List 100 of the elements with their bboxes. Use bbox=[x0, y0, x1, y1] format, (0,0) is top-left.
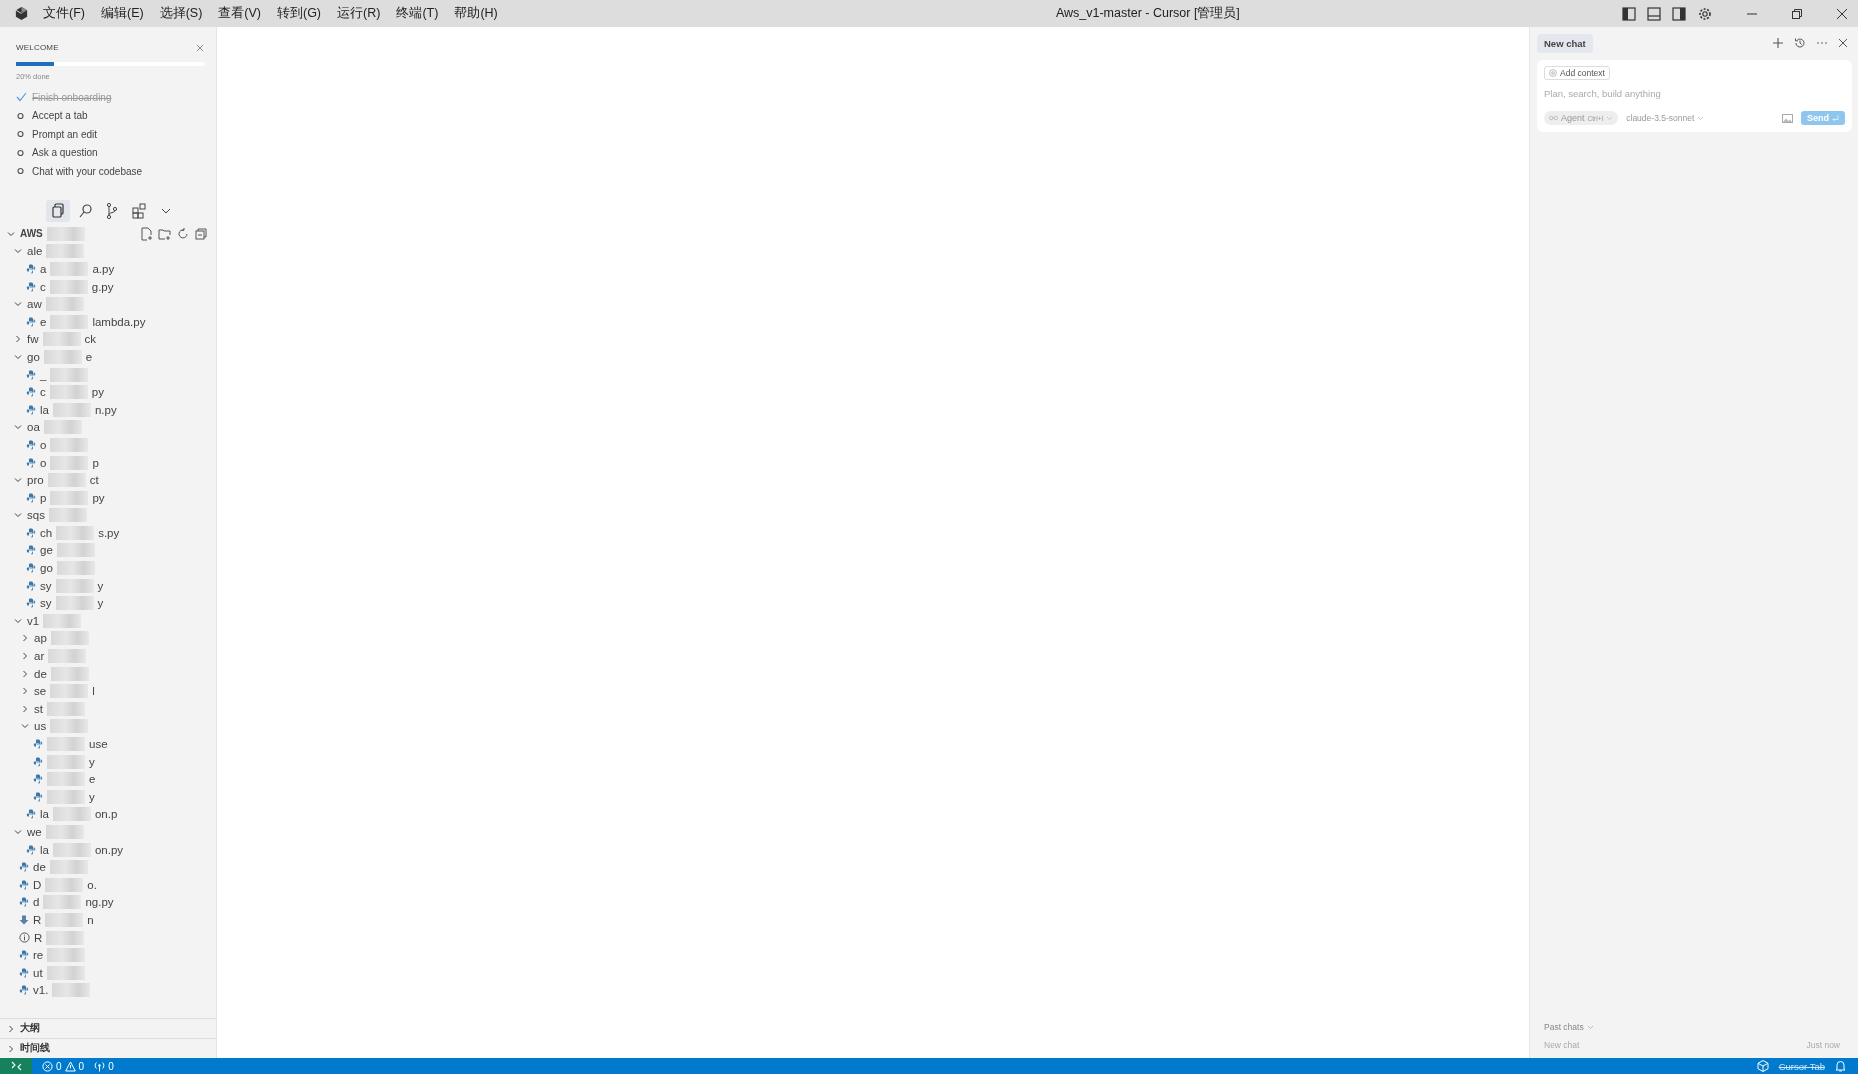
menu-item[interactable]: 终端(T) bbox=[396, 5, 439, 22]
redaction-blur bbox=[50, 455, 89, 470]
redaction-blur bbox=[48, 649, 87, 664]
tree-item[interactable]: de bbox=[0, 858, 216, 876]
redaction-blur bbox=[45, 877, 84, 892]
file-name: oa bbox=[27, 421, 40, 434]
tree-item[interactable]: go e bbox=[0, 348, 216, 366]
history-icon[interactable] bbox=[1794, 37, 1806, 49]
redaction-blur bbox=[47, 789, 85, 804]
tree-item[interactable]: d ng.py bbox=[0, 893, 216, 912]
add-context-button[interactable]: Add context bbox=[1544, 66, 1610, 80]
problems-button[interactable]: 0 0 bbox=[42, 1060, 85, 1072]
onboarding-step[interactable]: Prompt an edit bbox=[32, 128, 98, 140]
file-name: c bbox=[40, 280, 46, 293]
file-name: py bbox=[91, 386, 104, 399]
redaction-blur bbox=[42, 332, 81, 347]
tree-item[interactable]: se l bbox=[0, 682, 216, 701]
python-file-icon bbox=[26, 387, 36, 398]
tree-item[interactable]: la n.py bbox=[0, 400, 216, 419]
toggle-secondary-sidebar-icon[interactable] bbox=[1672, 6, 1686, 21]
onboarding-step[interactable]: Ask a question bbox=[32, 147, 98, 159]
toggle-panel-icon[interactable] bbox=[1647, 6, 1661, 21]
settings-icon[interactable] bbox=[1697, 5, 1713, 22]
close-icon[interactable] bbox=[1838, 38, 1848, 48]
tree-item[interactable]: c g.py bbox=[0, 277, 216, 296]
new-folder-icon[interactable] bbox=[158, 226, 172, 241]
tree-item[interactable]: c py bbox=[0, 383, 216, 401]
onboarding-step[interactable]: Accept a tab bbox=[32, 110, 88, 122]
info-icon bbox=[19, 932, 30, 944]
warning-icon bbox=[64, 1060, 76, 1072]
menu-item[interactable]: 文件(F) bbox=[43, 5, 85, 22]
tree-item[interactable]: sy y bbox=[0, 576, 216, 595]
tree-item[interactable]: v1 bbox=[0, 612, 216, 630]
section-header[interactable]: 大纲 bbox=[0, 1018, 216, 1038]
menu-item[interactable]: 编辑(E) bbox=[100, 5, 144, 22]
menu-item[interactable]: 运行(R) bbox=[337, 5, 381, 22]
cursor-tab-status[interactable]: Cursor Tab bbox=[1778, 1060, 1825, 1072]
tree-item[interactable]: sqs bbox=[0, 506, 216, 525]
tree-item[interactable]: o p bbox=[0, 453, 216, 472]
new-file-icon[interactable] bbox=[140, 226, 154, 241]
tree-item[interactable]: we bbox=[0, 823, 216, 841]
tree-item[interactable]: e bbox=[0, 770, 216, 788]
toggle-sidebar-icon[interactable] bbox=[1622, 6, 1636, 21]
tree-item[interactable]: y bbox=[0, 752, 216, 771]
ports-count: 0 bbox=[108, 1060, 114, 1072]
tree-item[interactable]: ch s.py bbox=[0, 524, 216, 542]
tree-item[interactable]: fw ck bbox=[0, 330, 216, 349]
tree-item[interactable]: _ bbox=[0, 365, 216, 384]
refresh-icon[interactable] bbox=[176, 226, 190, 241]
chat-tab[interactable]: New chat bbox=[1537, 33, 1593, 53]
tree-item[interactable]: use bbox=[0, 735, 216, 753]
tree-item[interactable]: a a.py bbox=[0, 260, 216, 278]
tree-item[interactable]: o bbox=[0, 436, 216, 454]
tree-item[interactable]: R n bbox=[0, 911, 216, 929]
file-name: y bbox=[89, 790, 95, 803]
tree-item[interactable]: pro ct bbox=[0, 471, 216, 489]
ports-button[interactable]: 0 bbox=[94, 1060, 114, 1072]
tree-item[interactable]: ale bbox=[0, 242, 216, 261]
tree-item[interactable]: st bbox=[0, 700, 216, 718]
image-icon[interactable] bbox=[1782, 113, 1793, 123]
file-name: p bbox=[92, 456, 99, 469]
tree-item[interactable]: R bbox=[0, 928, 216, 947]
menu-item[interactable]: 转到(G) bbox=[277, 5, 322, 22]
collapse-all-icon[interactable] bbox=[194, 226, 208, 241]
tree-item[interactable]: aw bbox=[0, 295, 216, 313]
tree-item[interactable]: la on.p bbox=[0, 805, 216, 824]
tree-item[interactable]: oa bbox=[0, 418, 216, 437]
restore-icon[interactable] bbox=[1791, 7, 1803, 20]
remote-button[interactable] bbox=[0, 1058, 32, 1074]
tree-item[interactable]: ge bbox=[0, 541, 216, 560]
tree-item[interactable]: ap bbox=[0, 629, 216, 648]
file-name: ge bbox=[40, 544, 53, 557]
chat-input-field[interactable]: Plan, search, build anything bbox=[1544, 86, 1845, 101]
menu-item[interactable]: 帮助(H) bbox=[454, 5, 498, 22]
warning-count: 0 bbox=[78, 1060, 85, 1072]
python-file-icon bbox=[26, 264, 36, 274]
plus-icon[interactable] bbox=[1772, 37, 1784, 49]
close-icon[interactable] bbox=[1836, 7, 1848, 20]
menu-item[interactable]: 选择(S) bbox=[159, 5, 203, 22]
tree-item[interactable]: AWS bbox=[0, 225, 216, 243]
tree-item[interactable]: re bbox=[0, 946, 216, 964]
bell-icon[interactable] bbox=[1835, 1060, 1846, 1072]
python-file-icon bbox=[19, 950, 29, 961]
tree-item[interactable]: de bbox=[0, 664, 216, 683]
tree-item[interactable]: p py bbox=[0, 488, 216, 507]
files-icon[interactable] bbox=[46, 200, 70, 222]
tree-item[interactable]: e lambda.py bbox=[0, 312, 216, 331]
onboarding-step[interactable]: Chat with your codebase bbox=[32, 165, 143, 177]
cursor-icon[interactable] bbox=[1756, 1060, 1769, 1072]
tree-item[interactable]: us bbox=[0, 717, 216, 736]
menu-item[interactable]: 查看(V) bbox=[218, 5, 261, 22]
tree-item[interactable]: y bbox=[0, 788, 216, 806]
tree-item[interactable]: la on.py bbox=[0, 840, 216, 859]
tree-item[interactable]: sy y bbox=[0, 594, 216, 613]
python-file-icon bbox=[26, 404, 36, 415]
tree-item[interactable]: ut bbox=[0, 963, 216, 982]
tree-item[interactable]: v1. bbox=[0, 981, 216, 1000]
tree-item[interactable]: ar bbox=[0, 647, 216, 665]
tree-item[interactable]: go bbox=[0, 559, 216, 577]
tree-item[interactable]: D o. bbox=[0, 875, 216, 894]
